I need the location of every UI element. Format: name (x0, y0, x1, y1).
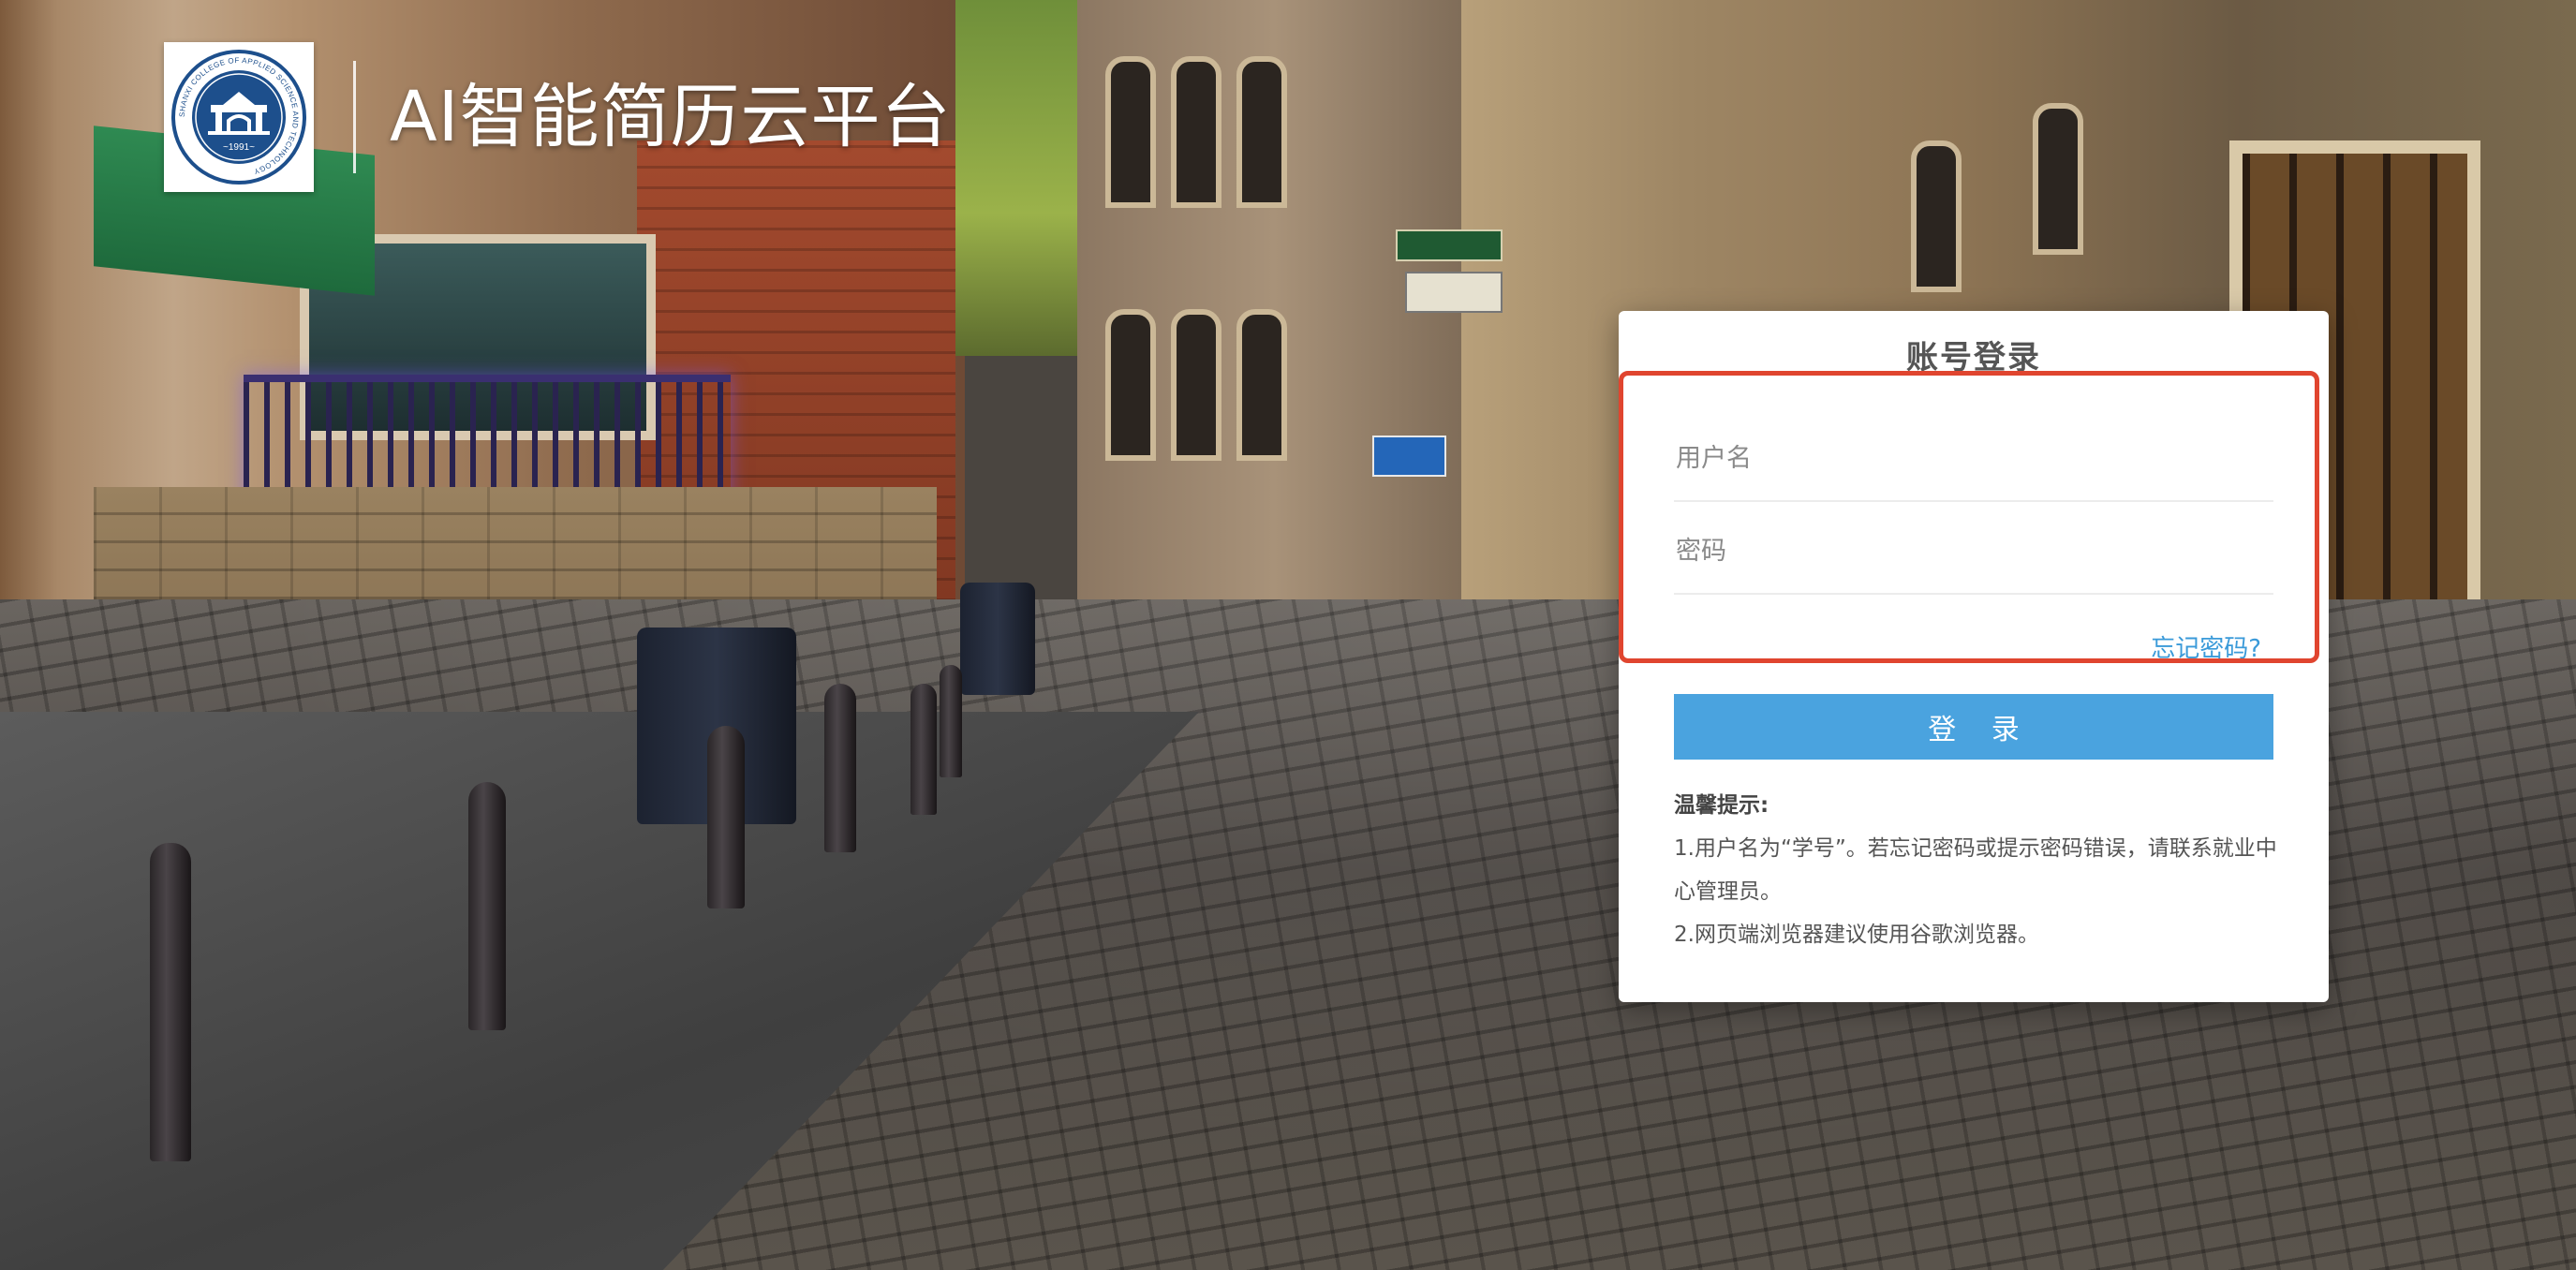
tips-heading: 温馨提示: (1674, 793, 1769, 818)
background-bollard (940, 665, 962, 777)
background-street-sign (1372, 436, 1446, 477)
username-input[interactable] (1674, 416, 2273, 500)
background-window (1236, 309, 1287, 461)
background-railing (244, 375, 731, 504)
background-window (1171, 309, 1221, 461)
background-window (1171, 56, 1221, 208)
tips-section: 温馨提示: 1.用户名为“学号”。若忘记密码或提示密码错误，请联系就业中心管理员… (1674, 784, 2283, 956)
background-street-sign (1396, 229, 1503, 261)
login-button[interactable]: 登 录 (1674, 694, 2273, 760)
background-window (1105, 56, 1156, 208)
page-title: AI智能简历云平台 (390, 77, 952, 157)
background-trees (955, 0, 1087, 356)
brand-divider (353, 61, 356, 173)
background-bollard (707, 726, 745, 908)
background-window (1236, 56, 1287, 208)
background-street-sign (1405, 272, 1503, 313)
username-field (1674, 416, 2273, 502)
background-bollard (910, 684, 937, 815)
background-bollard (150, 843, 191, 1161)
background-bollard (468, 782, 506, 1030)
background-bollard (824, 684, 856, 852)
background-window (1105, 309, 1156, 461)
tips-item: 2.网页端浏览器建议使用谷歌浏览器。 (1674, 923, 2039, 947)
tips-item: 1.用户名为“学号”。若忘记密码或提示密码错误，请联系就业中心管理员。 (1674, 836, 2277, 904)
university-seal-icon: SHANXI COLLEGE OF APPLIED SCIENCE AND TE… (164, 42, 314, 192)
password-field (1674, 509, 2273, 595)
header-brand: SHANXI COLLEGE OF APPLIED SCIENCE AND TE… (164, 42, 951, 192)
forgot-password-link[interactable]: 忘记密码? (2151, 629, 2261, 664)
background-trash-bin (960, 583, 1035, 695)
background-window (2033, 103, 2083, 255)
background-window (1911, 140, 1962, 292)
password-input[interactable] (1674, 509, 2273, 593)
login-card: 账号登录 忘记密码? 登 录 温馨提示: 1.用户名为“学号”。若忘记密码或提示… (1619, 311, 2329, 1002)
seal-year-text: ~1991~ (223, 142, 255, 153)
